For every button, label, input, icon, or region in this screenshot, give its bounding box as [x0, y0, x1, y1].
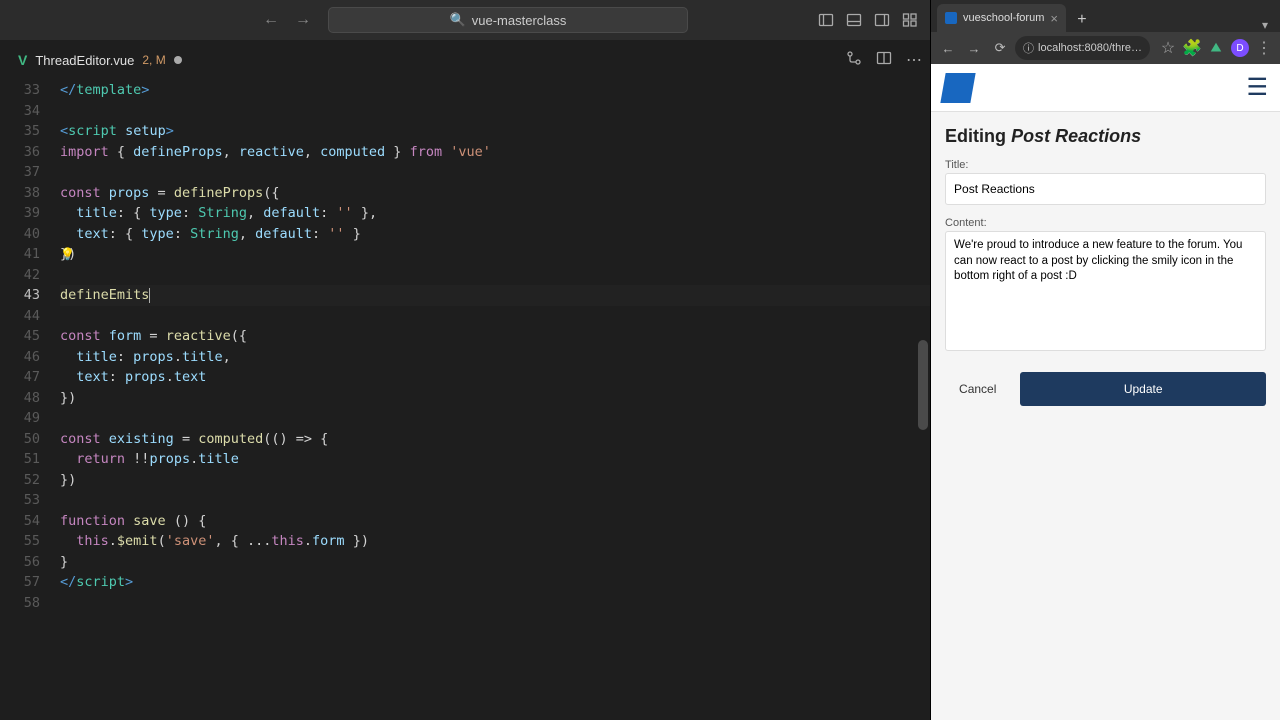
nav-back-icon[interactable]: ← [258, 7, 284, 33]
bookmark-icon[interactable]: ☆ [1158, 38, 1178, 58]
heading-prefix: Editing [945, 126, 1006, 146]
vue-icon: V [18, 52, 27, 68]
editor-pane: ← → 🔍 vue-masterclass V ThreadEditor.vue [0, 0, 930, 720]
extensions-icon[interactable]: 🧩 [1182, 38, 1202, 58]
scrollbar[interactable] [916, 80, 930, 720]
search-icon: 🔍 [450, 12, 466, 28]
tabbar: V ThreadEditor.vue 2, M ⋯ [0, 40, 930, 80]
favicon-icon [945, 12, 957, 24]
tab-title: vueschool-forum [963, 12, 1044, 24]
page-heading: Editing Post Reactions [945, 126, 1266, 147]
unsaved-dot-icon [174, 56, 182, 64]
file-name: ThreadEditor.vue [35, 53, 134, 68]
browser-forward-icon[interactable]: → [963, 37, 985, 59]
cancel-button[interactable]: Cancel [945, 382, 1010, 396]
update-button[interactable]: Update [1020, 372, 1266, 406]
file-tab[interactable]: V ThreadEditor.vue 2, M [8, 40, 192, 80]
devtools-extension-icon[interactable] [1206, 38, 1226, 58]
expand-tabs-icon[interactable]: ▾ [1250, 18, 1280, 32]
nav-forward-icon[interactable]: → [290, 7, 316, 33]
browser-back-icon[interactable]: ← [937, 37, 959, 59]
browser-pane: vueschool-forum × + ▾ ← → ⟳ ⓘ localhost:… [930, 0, 1280, 720]
browser-menu-icon[interactable]: ⋮ [1254, 38, 1274, 58]
site-info-icon[interactable]: ⓘ [1023, 40, 1034, 56]
compare-changes-icon[interactable] [846, 50, 862, 71]
code-area[interactable]: 3334353637383940414243444546474849505152… [0, 80, 930, 720]
form-actions: Cancel Update [945, 372, 1266, 406]
layout-grid-icon[interactable] [898, 8, 922, 32]
chrome-tabs: vueschool-forum × + ▾ [931, 0, 1280, 32]
app-header: ☰ [931, 64, 1280, 112]
content-textarea[interactable] [945, 231, 1266, 351]
title-input[interactable] [945, 173, 1266, 205]
url-bar[interactable]: ⓘ localhost:8080/thre… [1015, 36, 1150, 60]
line-gutter: 3334353637383940414243444546474849505152… [0, 80, 60, 720]
more-actions-icon[interactable]: ⋯ [906, 50, 922, 71]
hamburger-icon[interactable]: ☰ [1246, 73, 1268, 102]
browser-reload-icon[interactable]: ⟳ [989, 37, 1011, 59]
titlebar: ← → 🔍 vue-masterclass [0, 0, 930, 40]
lightbulb-icon[interactable]: 💡 [60, 244, 75, 265]
chrome-toolbar: ← → ⟳ ⓘ localhost:8080/thre… ☆ 🧩 D ⋮ [931, 32, 1280, 64]
url-text: localhost:8080/thre… [1038, 42, 1142, 54]
split-right-icon[interactable] [876, 50, 892, 71]
window-controls: ▾ [1250, 18, 1280, 32]
code-lines[interactable]: </template> <script setup>import { defin… [60, 80, 930, 720]
command-center[interactable]: 🔍 vue-masterclass [328, 7, 688, 33]
panel-right-icon[interactable] [870, 8, 894, 32]
profile-icon[interactable]: D [1230, 38, 1250, 58]
browser-tab[interactable]: vueschool-forum × [937, 4, 1066, 32]
panel-bottom-icon[interactable] [842, 8, 866, 32]
panel-left-icon[interactable] [814, 8, 838, 32]
page-content: ☰ Editing Post Reactions Title: Content:… [931, 64, 1280, 720]
scrollbar-thumb[interactable] [918, 340, 928, 430]
content-label: Content: [945, 217, 1266, 229]
project-name: vue-masterclass [472, 13, 567, 28]
layout-controls [814, 8, 922, 32]
logo-icon[interactable] [940, 73, 975, 103]
new-tab-button[interactable]: + [1070, 8, 1094, 32]
title-label: Title: [945, 159, 1266, 171]
heading-thread-name: Post Reactions [1011, 126, 1141, 146]
file-problems-badge: 2, M [142, 53, 165, 67]
form-area: Editing Post Reactions Title: Content: C… [931, 112, 1280, 420]
tab-close-icon[interactable]: × [1050, 11, 1058, 26]
